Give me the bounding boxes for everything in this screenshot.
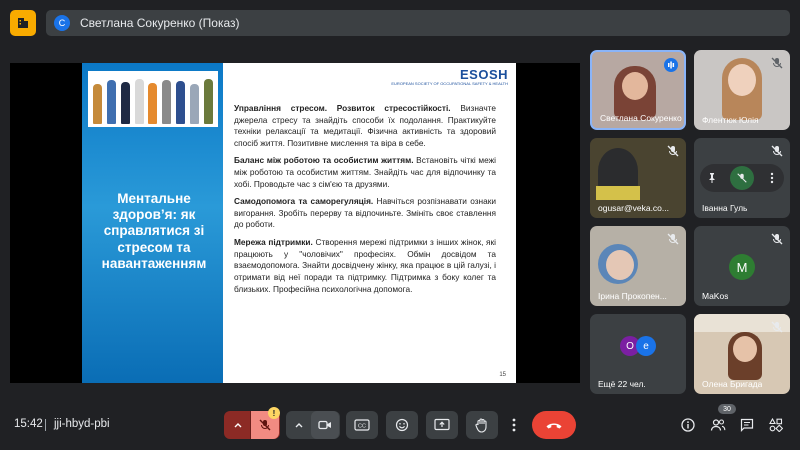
participant-tile[interactable]: Флентюк Юлія (694, 50, 790, 130)
activities-icon (769, 418, 783, 432)
pin-icon[interactable] (706, 172, 718, 184)
building-icon (18, 18, 28, 28)
participant-name: Флентюк Юлія (702, 115, 759, 125)
leave-call-button[interactable] (532, 411, 576, 439)
tile-hover-controls (700, 164, 784, 192)
presentation-stage: Ментальне здоров’я: як справлятися зі ст… (10, 63, 580, 383)
participant-tile-presenter[interactable]: Светлана Сокуренко (590, 50, 686, 130)
slide-paragraph: Самодопомога та саморегуляція. Навчіться… (234, 196, 496, 230)
mic-off-icon (771, 321, 783, 333)
participant-face (728, 64, 756, 96)
mute-participant-button[interactable] (730, 166, 754, 190)
people-icon (710, 419, 726, 431)
more-vert-icon (512, 418, 516, 432)
participant-name: ogusar@veka.co... (598, 203, 669, 213)
clock: 15:42 (14, 418, 43, 430)
mic-off-icon (737, 173, 747, 183)
mic-off-icon (771, 57, 783, 69)
logo-subtext: EUROPEAN SOCIETY OF OCCUPATIONAL SAFETY … (391, 81, 508, 86)
presenter-avatar: С (54, 15, 70, 31)
participant-name: Ірина Прокопен... (598, 291, 667, 301)
separator (45, 419, 46, 431)
more-options-button[interactable] (504, 411, 524, 439)
more-vert-icon[interactable] (766, 172, 778, 184)
presentation-slide: Ментальне здоров’я: як справлятися зі ст… (82, 63, 516, 383)
participant-face (622, 72, 648, 100)
slide-paragraph: Баланс між роботою та особистим життям. … (234, 155, 497, 189)
camera-options-button[interactable] (287, 411, 311, 439)
participant-avatar: M (729, 254, 755, 280)
mic-off-icon (667, 145, 679, 157)
svg-text:CC: CC (358, 424, 366, 430)
present-screen-button[interactable] (426, 411, 458, 439)
emoji-icon (395, 418, 409, 432)
participant-face (733, 336, 757, 362)
participant-name: MaKos (702, 291, 729, 301)
mic-off-icon (771, 145, 783, 157)
participant-tile[interactable]: Ірина Прокопен... (590, 226, 686, 306)
mic-off-icon (667, 233, 679, 245)
call-end-icon (546, 423, 562, 429)
chat-icon (740, 418, 754, 432)
chat-button[interactable] (737, 415, 757, 435)
info-icon (681, 418, 695, 432)
mic-options-button[interactable] (225, 411, 251, 439)
participant-vest (596, 186, 640, 200)
speaking-indicator-icon (664, 58, 678, 72)
participant-tile[interactable]: M MaKos (694, 226, 790, 306)
captions-button[interactable]: CC (346, 411, 378, 439)
warning-badge[interactable]: ! (268, 407, 280, 419)
more-participants-label: Ещё 22 чел. (598, 379, 646, 389)
presenter-bar[interactable]: С Светлана Сокуренко (Показ) (46, 10, 790, 36)
slide-paragraph: Управління стресом. Розвиток стресостійк… (234, 103, 496, 148)
slide-body: Управління стресом. Розвиток стресостійк… (234, 103, 496, 301)
camera-toggle-button[interactable] (311, 411, 339, 439)
participant-name: Олена Бригада (702, 379, 763, 389)
mic-off-icon (771, 233, 783, 245)
slide-sidebar: Ментальне здоров’я: як справлятися зі ст… (82, 63, 223, 383)
chevron-up-icon (234, 423, 241, 428)
present-to-all-icon (434, 418, 450, 431)
closed-captions-icon: CC (354, 419, 370, 431)
reactions-button[interactable] (386, 411, 418, 439)
meeting-info-button[interactable] (678, 415, 698, 435)
camera-control-group (286, 411, 340, 439)
app-icon[interactable] (10, 10, 36, 36)
slide-page-number: 15 (499, 372, 506, 378)
participant-tile[interactable]: ogusar@veka.co... (590, 138, 686, 218)
activities-button[interactable] (766, 415, 786, 435)
participant-face (606, 250, 634, 280)
workers-illustration (88, 71, 218, 127)
more-participants-tile[interactable]: O e Ещё 22 чел. (590, 314, 686, 394)
hand-icon (475, 418, 487, 433)
mic-off-icon (259, 419, 271, 431)
video-camera-icon (318, 420, 331, 430)
participant-tile-hovered[interactable]: Іванна Гуль (694, 138, 790, 218)
participant-name: Светлана Сокуренко (600, 113, 682, 123)
participant-name: Іванна Гуль (702, 203, 748, 213)
participant-avatar: e (636, 336, 656, 356)
slide-paragraph: Мережа підтримки. Створення мережі підтр… (234, 237, 497, 294)
presenter-label: Светлана Сокуренко (Показ) (80, 16, 240, 30)
participant-count-badge: 30 (718, 404, 736, 414)
chevron-up-icon (295, 423, 303, 428)
people-button[interactable] (708, 415, 728, 435)
participant-tile[interactable]: Олена Бригада (694, 314, 790, 394)
meeting-code: jji-hbyd-pbi (54, 418, 110, 430)
logo-text: ESOSH (459, 67, 508, 82)
slide-title: Ментальне здоров’я: як справлятися зі ст… (101, 191, 207, 271)
raise-hand-button[interactable] (466, 411, 498, 439)
esosh-logo: ESOSH EUROPEAN SOCIETY OF OCCUPATIONAL S… (391, 67, 508, 86)
